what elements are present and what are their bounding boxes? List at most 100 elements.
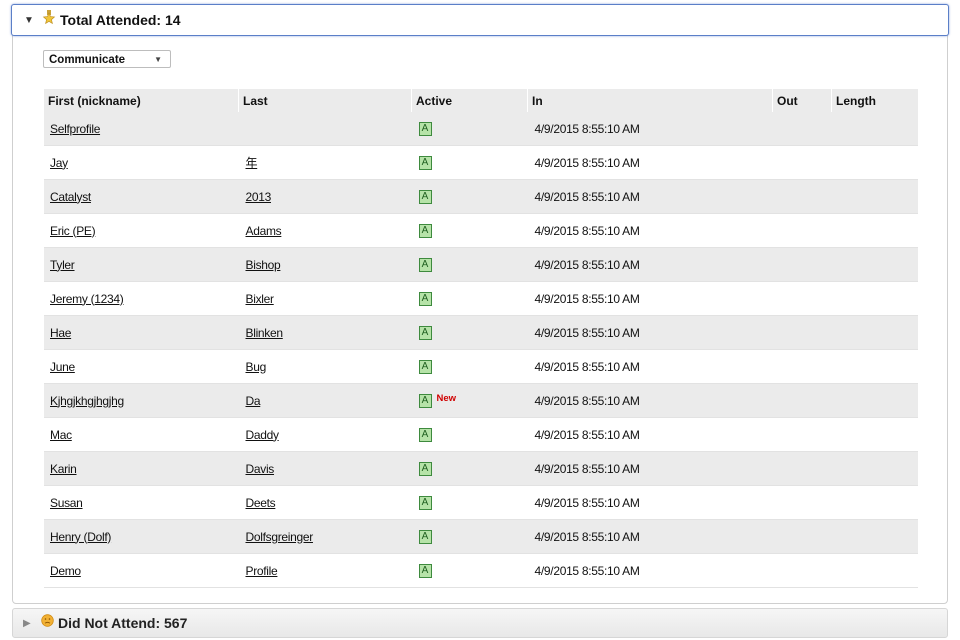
table-row: Eric (PE) Adams A 4/9/2015 8:55:10 AM xyxy=(44,213,918,248)
cell-first: Susan xyxy=(44,485,239,520)
first-name-link[interactable]: Karin xyxy=(50,462,77,476)
cell-out xyxy=(772,179,832,214)
last-name-link[interactable]: Bug xyxy=(246,360,267,374)
check-in-time: 4/9/2015 8:55:10 AM xyxy=(534,257,640,272)
check-in-time: 4/9/2015 8:55:10 AM xyxy=(534,291,640,306)
check-in-time: 4/9/2015 8:55:10 AM xyxy=(534,393,640,408)
active-badge[interactable]: A xyxy=(418,121,432,136)
cell-in: 4/9/2015 8:55:10 AM xyxy=(527,383,773,418)
first-name-link[interactable]: Kjhgjkhgjhgjhg xyxy=(50,394,124,408)
table-row: June Bug A 4/9/2015 8:55:10 AM xyxy=(44,349,918,384)
last-name-link[interactable]: Davis xyxy=(246,462,275,476)
cell-active: A xyxy=(411,553,528,588)
active-badge[interactable]: A xyxy=(418,495,432,510)
check-in-time: 4/9/2015 8:55:10 AM xyxy=(534,223,640,238)
last-name-link[interactable]: Da xyxy=(246,394,261,408)
cell-last: Blinken xyxy=(238,315,412,350)
last-name-link[interactable]: Deets xyxy=(246,496,276,510)
last-name-link[interactable]: Bixler xyxy=(246,292,275,306)
expand-caret-icon[interactable]: ▶ xyxy=(23,618,41,629)
col-header-in[interactable]: In xyxy=(527,89,773,112)
attended-panel-header[interactable]: ▼ Total Attended: 14 xyxy=(11,4,949,36)
cell-first: Hae xyxy=(44,315,239,350)
first-name-link[interactable]: Catalyst xyxy=(50,190,91,204)
table-row: Selfprofile A 4/9/2015 8:55:10 AM xyxy=(44,112,918,146)
last-name-link[interactable]: Bishop xyxy=(246,258,281,272)
cell-last: Bug xyxy=(238,349,412,384)
first-name-link[interactable]: Jay xyxy=(50,156,68,170)
active-badge[interactable]: A xyxy=(418,461,432,476)
first-name-link[interactable]: Selfprofile xyxy=(50,122,100,136)
col-header-length[interactable]: Length xyxy=(831,89,918,112)
first-name-link[interactable]: Mac xyxy=(50,428,72,442)
active-badge[interactable]: A xyxy=(418,393,432,408)
active-badge[interactable]: A xyxy=(418,223,432,238)
col-header-first[interactable]: First (nickname) xyxy=(44,89,239,112)
cell-length xyxy=(831,179,918,214)
table-row: Kjhgjkhgjhgjhg Da A New 4/9/2015 8:55:10 AM xyxy=(44,383,918,418)
cell-first: Jeremy (1234) xyxy=(44,281,239,316)
cell-last: Dolfsgreinger xyxy=(238,519,412,554)
table-row: Tyler Bishop A 4/9/2015 8:55:10 AM xyxy=(44,247,918,282)
last-name-link[interactable]: Dolfsgreinger xyxy=(246,530,314,544)
cell-length xyxy=(831,349,918,384)
cell-out xyxy=(772,281,832,316)
col-header-out[interactable]: Out xyxy=(772,89,832,112)
cell-length xyxy=(831,213,918,248)
first-name-link[interactable]: June xyxy=(50,360,75,374)
active-badge[interactable]: A xyxy=(418,189,432,204)
last-name-link[interactable]: 2013 xyxy=(246,190,272,204)
check-in-time: 4/9/2015 8:55:10 AM xyxy=(534,529,640,544)
not-attended-panel-header[interactable]: ▶ Did Not Attend: 567 xyxy=(12,608,948,638)
active-badge[interactable]: A xyxy=(418,359,432,374)
communicate-select[interactable]: Communicate ▼ xyxy=(43,50,171,68)
collapse-caret-icon[interactable]: ▼ xyxy=(24,15,42,26)
cell-out xyxy=(772,451,832,486)
first-name-link[interactable]: Eric (PE) xyxy=(50,224,96,238)
first-name-link[interactable]: Hae xyxy=(50,326,71,340)
check-in-time: 4/9/2015 8:55:10 AM xyxy=(534,461,640,476)
last-name-link[interactable]: 年 xyxy=(246,156,258,170)
cell-last: Bishop xyxy=(238,247,412,282)
first-name-link[interactable]: Henry (Dolf) xyxy=(50,530,111,544)
col-header-last[interactable]: Last xyxy=(238,89,412,112)
active-badge[interactable]: A xyxy=(418,529,432,544)
cell-out xyxy=(772,553,832,588)
active-badge[interactable]: A xyxy=(418,563,432,578)
cell-out xyxy=(772,247,832,282)
cell-first: Tyler xyxy=(44,247,239,282)
active-badge[interactable]: A xyxy=(418,155,432,170)
check-in-time: 4/9/2015 8:55:10 AM xyxy=(534,495,640,510)
attended-title: Total Attended: 14 xyxy=(60,12,181,28)
cell-length xyxy=(831,315,918,350)
col-header-active[interactable]: Active xyxy=(411,89,528,112)
cell-in: 4/9/2015 8:55:10 AM xyxy=(527,417,773,452)
cell-last: Da xyxy=(238,383,412,418)
cell-in: 4/9/2015 8:55:10 AM xyxy=(527,247,773,282)
first-name-link[interactable]: Susan xyxy=(50,496,83,510)
cell-out xyxy=(772,112,832,146)
cell-last: 2013 xyxy=(238,179,412,214)
first-name-link[interactable]: Tyler xyxy=(50,258,75,272)
active-badge[interactable]: A xyxy=(418,257,432,272)
cell-active: A New xyxy=(411,383,528,418)
cell-in: 4/9/2015 8:55:10 AM xyxy=(527,349,773,384)
check-in-time: 4/9/2015 8:55:10 AM xyxy=(534,359,640,374)
cell-last: Deets xyxy=(238,485,412,520)
table-row: Catalyst 2013 A 4/9/2015 8:55:10 AM xyxy=(44,179,918,214)
last-name-link[interactable]: Profile xyxy=(246,564,278,578)
last-name-link[interactable]: Daddy xyxy=(246,428,280,442)
cell-last: Bixler xyxy=(238,281,412,316)
check-in-time: 4/9/2015 8:55:10 AM xyxy=(534,563,640,578)
table-row: Jay 年 A 4/9/2015 8:55:10 AM xyxy=(44,145,918,180)
first-name-link[interactable]: Jeremy (1234) xyxy=(50,292,124,306)
last-name-link[interactable]: Adams xyxy=(246,224,282,238)
last-name-link[interactable]: Blinken xyxy=(246,326,284,340)
active-badge[interactable]: A xyxy=(418,325,432,340)
first-name-link[interactable]: Demo xyxy=(50,564,81,578)
cell-out xyxy=(772,519,832,554)
active-badge[interactable]: A xyxy=(418,291,432,306)
active-badge[interactable]: A xyxy=(418,427,432,442)
cell-active: A xyxy=(411,179,528,214)
communicate-select-label: Communicate xyxy=(49,54,126,66)
